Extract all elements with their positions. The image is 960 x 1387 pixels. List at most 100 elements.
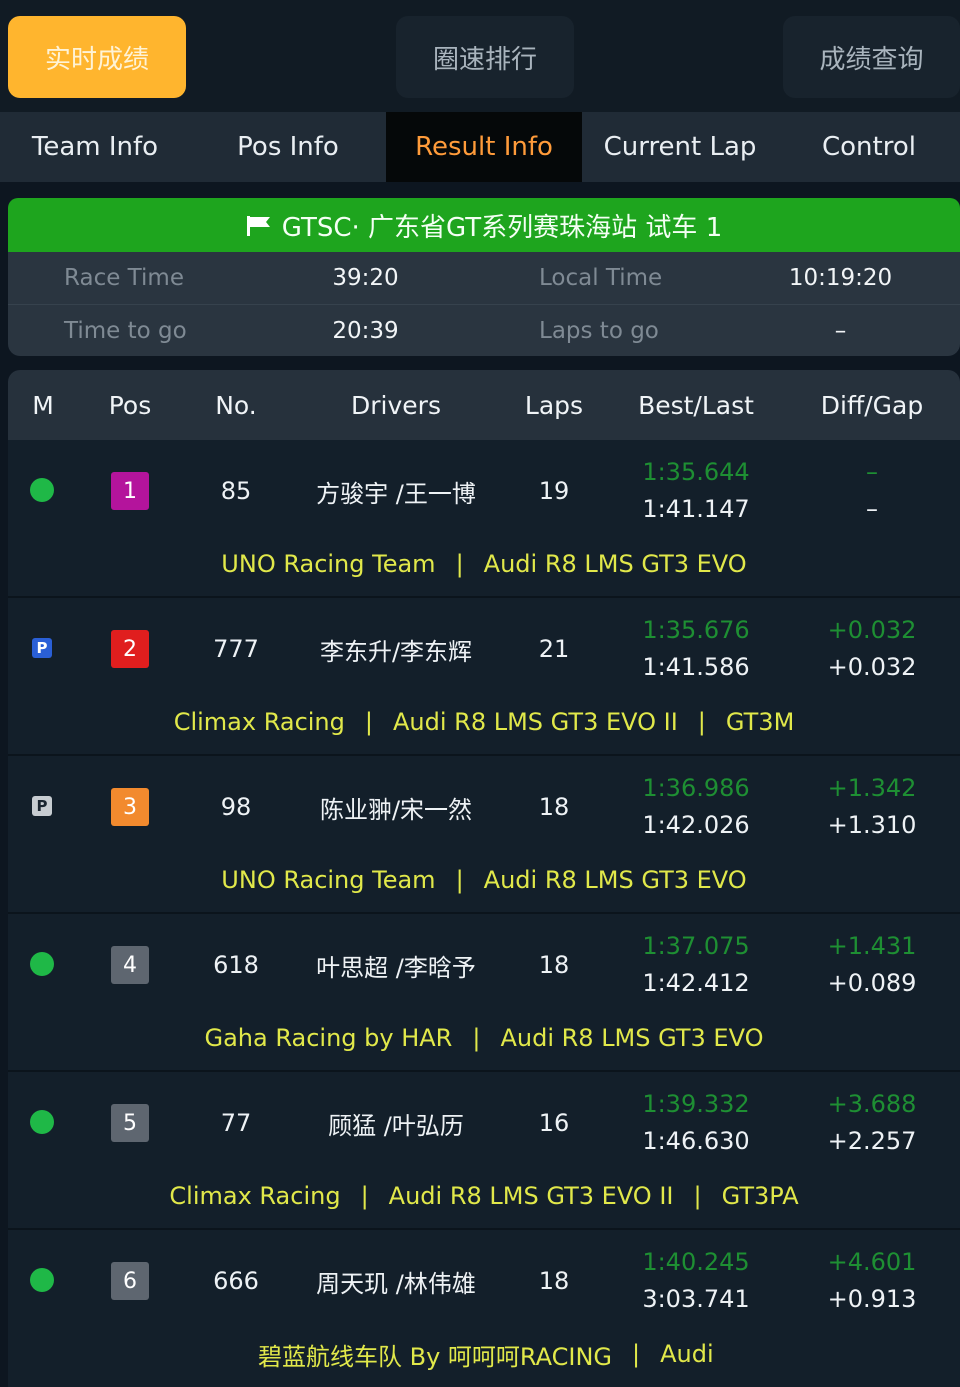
table-row[interactable]: 1 85 方骏宇 /王一博 19 1:35.644 1:41.147 – – U… (8, 440, 960, 598)
best-lap-time: 1:39.332 (642, 1090, 750, 1118)
tab-team-info[interactable]: Team Info (0, 112, 190, 182)
race-banner: GTSC· 广东省GT系列赛珠海站 试车 1 (8, 198, 960, 252)
team-name: UNO Racing Team (221, 550, 436, 578)
status-dot-green (30, 1268, 54, 1292)
gap-value: +2.257 (827, 1127, 917, 1155)
car-model: Audi R8 LMS GT3 EVO (483, 550, 747, 578)
separator: | (632, 1340, 641, 1368)
col-header-m[interactable]: M (8, 370, 78, 440)
lap-ranking-button[interactable]: 圈速排行 (396, 16, 574, 98)
laps-count: 18 (538, 1267, 570, 1295)
live-results-button[interactable]: 实时成绩 (8, 16, 186, 98)
table-row[interactable]: P 3 98 陈业翀/宋一然 18 1:36.986 1:42.026 +1.3… (8, 756, 960, 914)
last-lap-time: 3:03.741 (642, 1285, 750, 1313)
laps-count: 21 (538, 635, 570, 663)
team-car-line: UNO Racing Team | Audi R8 LMS GT3 EVO (8, 544, 960, 584)
position-badge: 6 (111, 1262, 149, 1300)
laps-to-go-label: Laps to go (539, 318, 659, 344)
last-lap-time: 1:42.412 (642, 969, 750, 997)
best-lap-time: 1:35.644 (642, 458, 750, 486)
flag-icon (246, 214, 272, 236)
position-badge: 4 (111, 946, 149, 984)
col-header-diff-gap[interactable]: Diff/Gap (798, 370, 946, 440)
tab-control[interactable]: Control (778, 112, 960, 182)
driver-names: 周天玑 /林伟雄 (316, 1269, 476, 1298)
table-row[interactable]: 5 77 顾猛 /叶弘历 16 1:39.332 1:46.630 +3.688… (8, 1072, 960, 1230)
car-number: 618 (213, 951, 259, 979)
separator: | (455, 866, 464, 894)
car-number: 77 (220, 1109, 252, 1137)
laps-to-go-value: – (834, 318, 847, 344)
tab-pos-info[interactable]: Pos Info (190, 112, 386, 182)
separator: | (364, 708, 373, 736)
col-header-laps[interactable]: Laps (514, 370, 594, 440)
info-row: Time to go 20:39 Laps to go – (8, 304, 960, 356)
team-car-line: Climax Racing | Audi R8 LMS GT3 EVO II |… (8, 702, 960, 742)
tab-current-lap[interactable]: Current Lap (582, 112, 778, 182)
driver-names: 叶思超 /李晗予 (316, 953, 476, 982)
team-name: Gaha Racing by HAR (204, 1024, 453, 1052)
separator: | (360, 1182, 369, 1210)
diff-value: +1.431 (827, 932, 917, 960)
results-table: 1 85 方骏宇 /王一博 19 1:35.644 1:41.147 – – U… (8, 440, 960, 1387)
gap-value: +0.032 (827, 653, 917, 681)
time-to-go-label: Time to go (64, 318, 187, 344)
results-table-header: M Pos No. Drivers Laps Best/Last Diff/Ga… (8, 370, 960, 440)
laps-count: 16 (538, 1109, 570, 1137)
best-lap-time: 1:37.075 (642, 932, 750, 960)
last-lap-time: 1:41.147 (642, 495, 750, 523)
car-model: Audi R8 LMS GT3 EVO II (392, 708, 678, 736)
team-name: Climax Racing (173, 708, 345, 736)
pit-icon: P (32, 638, 52, 658)
driver-names: 李东升/李东辉 (319, 637, 473, 666)
best-lap-time: 1:40.245 (642, 1248, 750, 1276)
race-time-value: 39:20 (332, 265, 399, 291)
team-car-line: Gaha Racing by HAR | Audi R8 LMS GT3 EVO (8, 1018, 960, 1058)
diff-value: +0.032 (827, 616, 917, 644)
car-number: 666 (213, 1267, 259, 1295)
position-badge: 1 (111, 472, 149, 510)
driver-names: 陈业翀/宋一然 (319, 795, 473, 824)
local-time-value: 10:19:20 (788, 265, 893, 291)
gap-value: +0.913 (827, 1285, 917, 1313)
position-badge: 3 (111, 788, 149, 826)
position-badge: 2 (111, 630, 149, 668)
table-row[interactable]: 4 618 叶思超 /李晗予 18 1:37.075 1:42.412 +1.4… (8, 914, 960, 1072)
team-car-line: UNO Racing Team | Audi R8 LMS GT3 EVO (8, 860, 960, 900)
separator: | (697, 708, 706, 736)
car-number: 777 (213, 635, 259, 663)
driver-names: 方骏宇 /王一博 (316, 479, 476, 508)
team-car-line: Climax Racing | Audi R8 LMS GT3 EVO II |… (8, 1176, 960, 1216)
best-lap-time: 1:35.676 (642, 616, 750, 644)
laps-count: 18 (538, 793, 570, 821)
tab-result-info[interactable]: Result Info (386, 112, 582, 182)
results-query-button[interactable]: 成绩查询 (783, 16, 960, 98)
scroll-fade-overlay (730, 1340, 960, 1387)
team-name: Climax Racing (169, 1182, 341, 1210)
laps-count: 18 (538, 951, 570, 979)
team-name: 碧蓝航线车队 By 呵呵呵RACING (258, 1342, 613, 1371)
gap-value: – (866, 495, 878, 523)
separator: | (455, 550, 464, 578)
race-info-panel: Race Time 39:20 Local Time 10:19:20 Time… (8, 252, 960, 356)
diff-value: +4.601 (827, 1248, 917, 1276)
car-number: 85 (220, 477, 252, 505)
status-dot-green (30, 952, 54, 976)
col-header-best-last[interactable]: Best/Last (620, 370, 772, 440)
team-name: UNO Racing Team (221, 866, 436, 894)
race-title: GTSC· 广东省GT系列赛珠海站 试车 1 (281, 212, 723, 243)
laps-count: 19 (538, 477, 570, 505)
car-model: Audi (660, 1340, 714, 1368)
col-header-pos[interactable]: Pos (90, 370, 170, 440)
diff-value: – (866, 458, 878, 486)
position-badge: 5 (111, 1104, 149, 1142)
car-number: 98 (220, 793, 252, 821)
table-row[interactable]: P 2 777 李东升/李东辉 21 1:35.676 1:41.586 +0.… (8, 598, 960, 756)
race-time-label: Race Time (64, 265, 184, 291)
car-model: Audi R8 LMS GT3 EVO (500, 1024, 764, 1052)
time-to-go-value: 20:39 (332, 318, 399, 344)
local-time-label: Local Time (539, 265, 663, 291)
col-header-no[interactable]: No. (186, 370, 286, 440)
gap-value: +0.089 (827, 969, 917, 997)
col-header-drivers[interactable]: Drivers (306, 370, 486, 440)
